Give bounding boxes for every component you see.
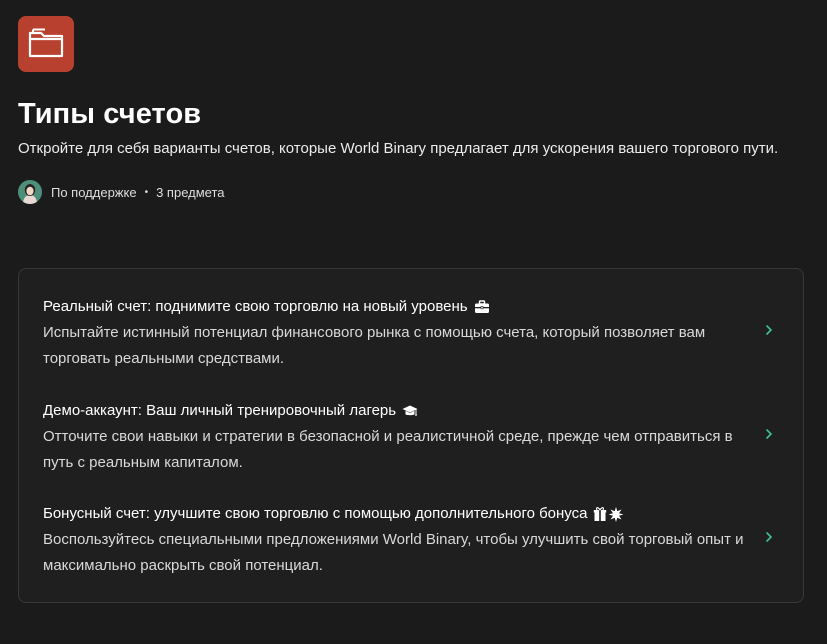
- article-link-demo-account[interactable]: Демо-аккаунт: Ваш личный тренировочный л…: [43, 398, 779, 476]
- chevron-right-icon: [763, 530, 775, 544]
- page-title: Типы счетов: [18, 98, 202, 130]
- collection-page: Типы счетов Откройте для себя варианты с…: [0, 0, 827, 644]
- collection-meta: По поддержке • 3 предмета: [18, 180, 809, 204]
- article-description: Воспользуйтесь специальными предложениям…: [43, 531, 744, 574]
- article-count: 3 предмета: [156, 184, 225, 200]
- folder-icon: [28, 28, 64, 58]
- author-label: По поддержке: [51, 184, 137, 200]
- article-title: Демо-аккаунт: Ваш личный тренировочный л…: [43, 402, 397, 419]
- page-description: Откройте для себя варианты счетов, котор…: [18, 140, 779, 157]
- articles-list: Реальный счет: поднимите свою торговлю н…: [18, 268, 804, 603]
- collection-icon: [18, 16, 74, 72]
- article-title-row: Демо-аккаунт: Ваш личный тренировочный л…: [43, 398, 779, 424]
- article-link-bonus-account[interactable]: Бонусный счет: улучшите свою торговлю с …: [43, 501, 779, 579]
- article-link-real-account[interactable]: Реальный счет: поднимите свою торговлю н…: [43, 294, 779, 372]
- avatar: [18, 180, 42, 204]
- article-description: Испытайте истинный потенциал финансового…: [43, 324, 706, 367]
- graduation-cap-icon: [402, 404, 418, 418]
- chevron-right-icon: [763, 427, 775, 441]
- article-title-row: Реальный счет: поднимите свою торговлю н…: [43, 294, 779, 320]
- article-title: Бонусный счет: улучшите свою торговлю с …: [43, 505, 588, 522]
- gift-sparkle-icon: [593, 506, 625, 522]
- chevron-right-icon: [763, 323, 775, 337]
- article-title-row: Бонусный счет: улучшите свою торговлю с …: [43, 501, 779, 527]
- article-title: Реальный счет: поднимите свою торговлю н…: [43, 298, 468, 315]
- meta-separator: •: [144, 186, 149, 198]
- briefcase-icon: [474, 300, 490, 314]
- article-description: Отточите свои навыки и стратегии в безоп…: [43, 428, 733, 471]
